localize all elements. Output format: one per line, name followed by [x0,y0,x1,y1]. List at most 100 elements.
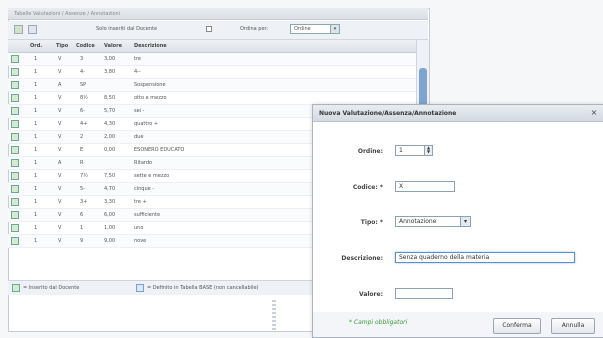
close-icon[interactable]: × [589,108,599,118]
col-tipo[interactable]: Tipo [56,43,68,49]
stepper-arrows-icon[interactable]: ▲ ▼ [424,146,432,155]
cell-tipo: V [58,147,62,153]
cell-tipo: A [58,160,62,166]
record-edit-icon[interactable] [11,146,19,154]
cell-codice: 6 [80,212,84,218]
table-row[interactable]: 1 V 4- 3,80 4-- [8,66,416,79]
ordine-label: Ordine: [357,148,383,155]
cell-codice: 3+ [80,199,88,205]
record-edit-icon[interactable] [11,172,19,180]
cell-tipo: V [58,225,62,231]
cell-desc: cinque - [134,186,155,192]
cell-codice: 4- [80,69,85,75]
record-edit-icon[interactable] [11,159,19,167]
descrizione-field[interactable]: Senza quaderno della materia [395,252,575,263]
cell-valore: 1,00 [104,225,116,231]
tipo-value: Annotazione [399,218,437,225]
record-edit-icon[interactable] [11,198,19,206]
cell-valore: 3,80 [104,69,116,75]
resize-handle[interactable] [272,300,276,330]
record-edit-icon[interactable] [11,68,19,76]
cell-desc: ESONERO EDUCATO [134,147,185,153]
cell-tipo: V [58,186,62,192]
cell-tipo: V [58,238,62,244]
cell-codice: 6- [80,108,85,114]
cell-codice: 2 [80,134,84,140]
cell-ord: 1 [34,121,38,127]
record-edit-icon[interactable] [11,185,19,193]
cell-desc: sei - [134,108,145,114]
required-fields-note: * Campi obbligatori [349,319,408,326]
cell-valore: 8,50 [104,95,116,101]
tipo-select[interactable]: Annotazione ▾ [395,216,471,227]
cell-desc: Sospensione [134,82,166,88]
teacher-record-icon [12,284,20,292]
cell-desc: sette e mezzo [134,173,170,179]
edit-record-icon[interactable] [28,25,37,34]
cell-codice: 4+ [80,121,88,127]
record-edit-icon[interactable] [11,120,19,128]
ordine-value: 1 [399,147,403,154]
col-ord[interactable]: Ord. [30,43,42,49]
cell-codice: 5- [80,186,85,192]
cell-valore: 9,00 [104,238,116,244]
cell-desc: sufficiente [134,212,161,218]
cancel-button[interactable]: Annulla [551,318,595,334]
record-edit-icon[interactable] [11,211,19,219]
cell-valore: 3,00 [104,56,116,62]
cell-tipo: V [58,95,62,101]
cell-tipo: V [58,134,62,140]
descrizione-value: Senza quaderno della materia [399,254,490,261]
cell-tipo: V [58,69,62,75]
record-edit-icon[interactable] [11,81,19,89]
chevron-down-icon: ▾ [460,217,470,226]
cell-codice: SP [80,82,87,88]
dialog-title: Nuova Valutazione/Assenza/Annotazione [313,105,603,122]
only-teacher-checkbox[interactable] [206,26,212,32]
table-row[interactable]: 1 A SP Sospensione [8,79,416,92]
cell-ord: 1 [34,212,38,218]
cell-codice: 8½ [80,95,89,101]
codice-label: Codice: * [352,184,383,191]
cell-valore: 5,70 [104,108,116,114]
cell-ord: 1 [34,173,38,179]
cell-ord: 1 [34,95,38,101]
table-row[interactable]: 1 V 3 3,00 tre [8,53,416,66]
col-valore[interactable]: Valore [104,43,122,49]
cell-tipo: V [58,108,62,114]
confirm-button[interactable]: Conferma [493,318,541,334]
col-descrizione[interactable]: Descrizione [134,43,167,49]
cell-ord: 1 [34,82,38,88]
record-edit-icon[interactable] [11,107,19,115]
cell-desc: quattro + [134,121,159,127]
cell-valore: 4,70 [104,186,116,192]
record-edit-icon[interactable] [11,224,19,232]
valore-field[interactable] [395,288,453,299]
cell-ord: 1 [34,147,38,153]
cell-desc: Ritardo [134,160,153,166]
order-by-select[interactable]: Ordine ▾ [290,24,340,34]
descrizione-label: Descrizione: [341,255,383,262]
order-by-label: Ordina per: [240,26,269,32]
legend-base: = Definito in Tabella BASE (non cancella… [147,285,259,291]
legend-teacher: = Inserito dal Docente [23,285,80,291]
cell-codice: R [80,160,84,166]
valore-label: Valore: [359,291,383,298]
cell-valore: 6,00 [104,212,116,218]
chevron-down-icon: ▾ [330,25,339,33]
cell-ord: 1 [34,69,38,75]
record-edit-icon[interactable] [11,237,19,245]
record-edit-icon[interactable] [11,55,19,63]
ordine-stepper[interactable]: 1 ▲ ▼ [395,145,433,156]
cell-valore: 7,50 [104,173,116,179]
cell-ord: 1 [34,108,38,114]
cell-codice: 9 [80,238,84,244]
record-edit-icon[interactable] [11,133,19,141]
add-record-icon[interactable] [14,25,23,34]
codice-field[interactable]: X [395,181,455,192]
col-codice[interactable]: Codice [76,43,95,49]
cell-ord: 1 [34,199,38,205]
cell-codice: E [80,147,84,153]
cell-codice: 7½ [80,173,89,179]
record-edit-icon[interactable] [11,94,19,102]
